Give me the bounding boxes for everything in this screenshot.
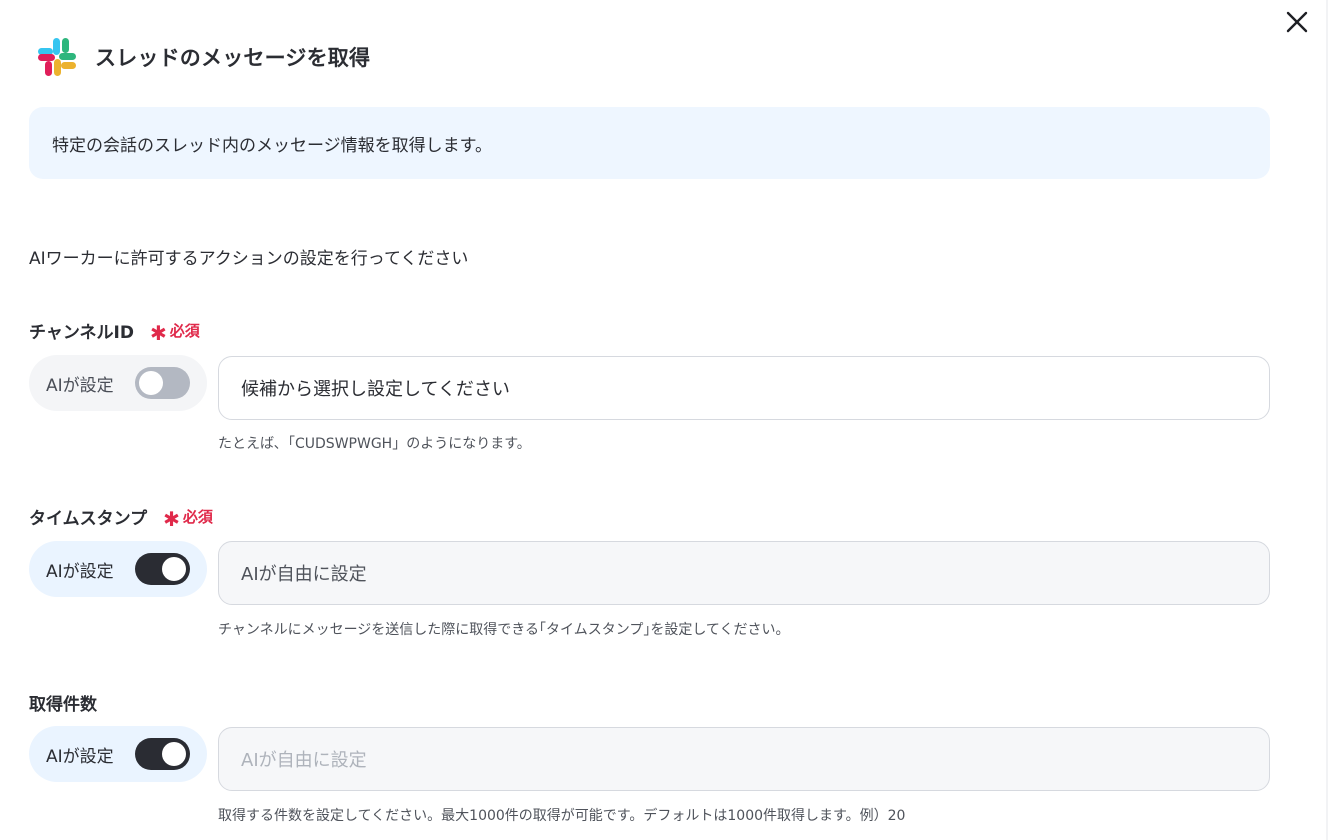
dialog-title: スレッドのメッセージを取得 (95, 46, 371, 70)
count-ai-toggle[interactable] (135, 738, 190, 770)
channel-id-hint: たとえば､「CUDSWPWGH」のようになります。 (218, 436, 531, 452)
count-ai-toggle-group: AIが設定 (29, 726, 207, 782)
count-input[interactable]: AIが自由に設定 (218, 727, 1270, 791)
timestamp-label: タイムスタンプ (29, 509, 148, 529)
count-label-row: 取得件数 (29, 690, 97, 715)
description-text: 特定の会話のスレッド内のメッセージ情報を取得します。 (52, 135, 492, 156)
required-label: 必須 (182, 508, 213, 526)
close-icon (1286, 11, 1308, 33)
required-badge: ✱ 必須 (163, 506, 213, 531)
channel-id-label: チャンネルID (29, 323, 134, 343)
ai-toggle-label: AIが設定 (46, 746, 114, 767)
count-label: 取得件数 (29, 695, 97, 715)
asterisk-icon: ✱ (163, 506, 180, 531)
channel-id-label-row: チャンネルID ✱ 必須 (29, 318, 200, 343)
count-hint: 取得する件数を設定してください。最大1000件の取得が可能です。デフォルトは10… (218, 808, 906, 824)
close-button[interactable] (1283, 8, 1311, 36)
slack-logo-icon (38, 38, 76, 76)
timestamp-input[interactable]: AIが自由に設定 (218, 541, 1270, 605)
intro-text: AIワーカーに許可するアクションの設定を行ってください (29, 249, 469, 269)
channel-id-ai-toggle-group: AIが設定 (29, 355, 207, 411)
dialog-header: スレッドのメッセージを取得 (36, 36, 370, 78)
toggle-knob (162, 742, 186, 766)
toggle-knob (139, 371, 163, 395)
required-badge: ✱ 必須 (149, 320, 200, 345)
timestamp-label-row: タイムスタンプ ✱ 必須 (29, 504, 213, 529)
timestamp-ai-toggle-group: AIが設定 (29, 541, 207, 597)
required-label: 必須 (169, 322, 200, 340)
channel-id-ai-toggle[interactable] (135, 367, 190, 399)
timestamp-hint: チャンネルにメッセージを送信した際に取得できる｢タイムスタンプ｣を設定してくださ… (218, 622, 790, 638)
timestamp-ai-toggle[interactable] (135, 553, 190, 585)
asterisk-icon: ✱ (149, 320, 167, 345)
channel-id-input[interactable]: 候補から選択し設定してください (218, 356, 1270, 420)
ai-toggle-label: AIが設定 (46, 561, 114, 582)
ai-toggle-label: AIが設定 (46, 375, 114, 396)
toggle-knob (162, 557, 186, 581)
description-panel: 特定の会話のスレッド内のメッセージ情報を取得します。 (29, 107, 1270, 179)
